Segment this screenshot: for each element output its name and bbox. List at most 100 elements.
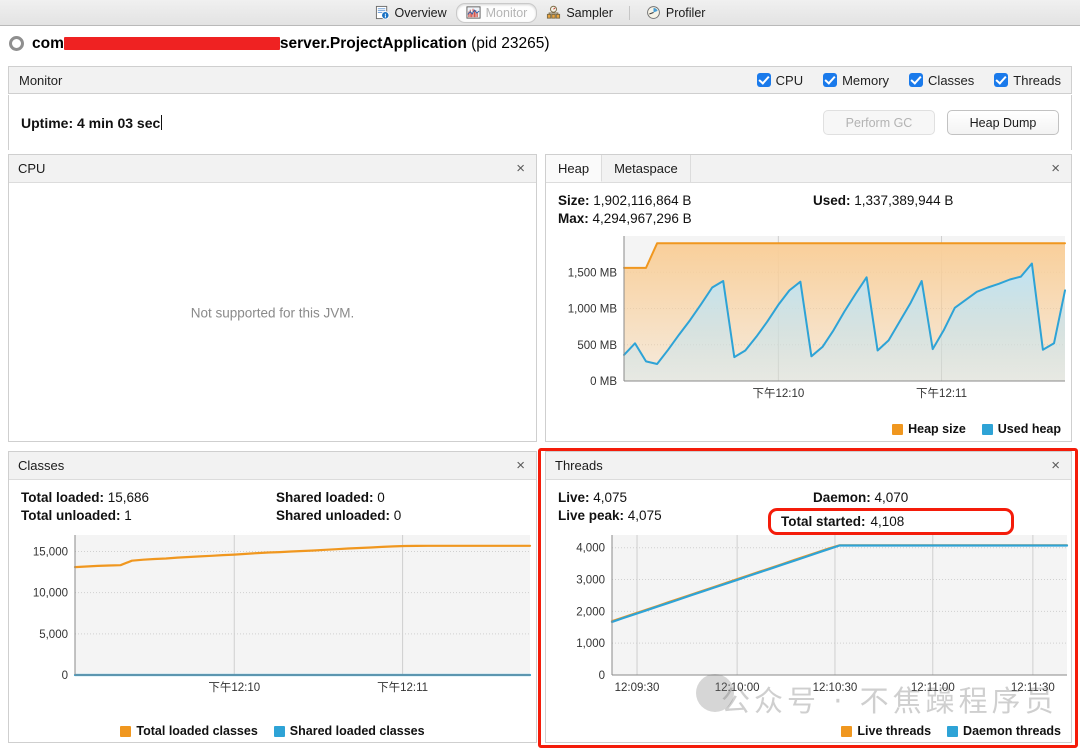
heap-tab-heap[interactable]: Heap <box>546 155 603 182</box>
legend-daemon-threads-label: Daemon threads <box>963 724 1061 738</box>
page-title: com server.ProjectApplication (pid 23265) <box>32 35 550 53</box>
cpu-panel-title: CPU <box>18 161 46 176</box>
tab-separator <box>628 5 630 20</box>
overview-icon <box>375 5 390 20</box>
heap-dump-button[interactable]: Heap Dump <box>947 110 1059 135</box>
svg-text:1,000 MB: 1,000 MB <box>568 304 618 316</box>
cpu-panel-body: Not supported for this JVM. <box>9 183 536 442</box>
svg-text:1,000: 1,000 <box>576 638 605 650</box>
legend-used-heap-label: Used heap <box>997 422 1061 436</box>
monitor-toolbar-title: Monitor <box>19 72 63 88</box>
close-icon[interactable]: × <box>514 161 527 176</box>
uptime-row: Uptime: 4 min 03 sec Perform GC Heap Dum… <box>8 95 1072 150</box>
app-name-prefix: com <box>32 34 64 52</box>
threads-stat-live-label: Live: <box>558 490 590 505</box>
checkbox-threads-box[interactable] <box>994 73 1009 87</box>
monitor-icon <box>466 6 481 19</box>
tab-profiler[interactable]: Profiler <box>637 3 715 23</box>
threads-stat-live-peak-label: Live peak: <box>558 508 625 523</box>
close-icon[interactable]: × <box>1049 161 1062 176</box>
classes-stat-shared-loaded-value: 0 <box>377 490 385 505</box>
classes-stat-total-unloaded-label: Total unloaded: <box>21 508 121 523</box>
checkbox-memory[interactable]: Memory <box>823 73 889 88</box>
heap-stat-size-value: 1,902,116,864 B <box>593 193 692 208</box>
total-started-highlight: Total started: 4,108 <box>768 508 1014 535</box>
legend-swatch-icon <box>947 725 959 737</box>
heap-panel-header: Heap Metaspace × <box>546 155 1071 183</box>
svg-text:10,000: 10,000 <box>33 588 68 600</box>
cpu-not-supported-message: Not supported for this JVM. <box>190 305 355 320</box>
legend-heap-size: Heap size <box>892 422 966 436</box>
heap-chart[interactable]: 0 MB 500 MB 1,000 MB 1,500 MB 下午12:10 下午12:11 <box>546 230 1071 405</box>
checkbox-memory-box[interactable] <box>823 73 838 87</box>
legend-swatch-icon <box>273 725 285 737</box>
legend-swatch-icon <box>981 423 993 435</box>
text-caret <box>161 114 163 130</box>
perform-gc-button[interactable]: Perform GC <box>823 110 935 135</box>
heap-stat-blank <box>813 211 1071 226</box>
monitor-toolbar: Monitor CPU Memory Classes Threads <box>8 66 1072 94</box>
legend-swatch-icon <box>841 725 853 737</box>
heap-panel: Heap Metaspace × Size: 1,902,116,864 B U… <box>545 154 1072 442</box>
checkbox-threads[interactable]: Threads <box>994 73 1061 88</box>
heap-tab-metaspace[interactable]: Metaspace <box>602 155 691 182</box>
classes-stat-shared-loaded-label: Shared loaded: <box>276 490 374 505</box>
legend-live-threads: Live threads <box>841 724 931 738</box>
heap-stat-max-label: Max: <box>558 211 589 226</box>
sampler-icon <box>547 5 561 19</box>
legend-daemon-threads: Daemon threads <box>947 724 1061 738</box>
classes-stat-shared-unloaded: Shared unloaded: 0 <box>276 508 536 523</box>
app-name-suffix: server.ProjectApplication <box>279 34 467 52</box>
legend-live-threads-label: Live threads <box>857 724 932 738</box>
classes-stat-shared-loaded: Shared loaded: 0 <box>276 490 536 505</box>
tab-monitor[interactable]: Monitor <box>455 2 538 23</box>
svg-text:0: 0 <box>599 670 605 682</box>
close-icon[interactable]: × <box>1049 458 1062 473</box>
threads-chart[interactable]: 0 1,000 2,000 3,000 4,000 12:09:30 12:10:00 12:… <box>546 527 1071 699</box>
heap-legend: Heap size Used heap <box>892 422 1061 436</box>
tab-monitor-label: Monitor <box>485 5 528 20</box>
classes-legend: Total loaded classes Shared loaded class… <box>9 724 536 738</box>
classes-stat-shared-unloaded-value: 0 <box>393 508 402 523</box>
tab-overview[interactable]: Overview <box>366 3 456 23</box>
threads-panel: Threads × Live: 4,075 Daemon: 4,070 Live… <box>545 451 1072 743</box>
threads-stat-daemon-label: Daemon: <box>813 490 871 505</box>
heap-stats: Size: 1,902,116,864 B Used: 1,337,389,94… <box>546 183 1071 230</box>
legend-total-loaded-classes-label: Total loaded classes <box>136 724 258 738</box>
profiler-icon <box>646 6 660 19</box>
legend-shared-loaded-classes: Shared loaded classes <box>273 724 425 738</box>
heap-stat-size: Size: 1,902,116,864 B <box>558 193 813 208</box>
application-title-bar: com server.ProjectApplication (pid 23265) <box>0 27 1080 60</box>
heap-header-spacer <box>691 155 1050 182</box>
tab-profiler-label: Profiler <box>665 5 706 20</box>
tab-sampler[interactable]: Sampler <box>537 3 622 23</box>
checkbox-classes-label: Classes <box>928 72 975 88</box>
legend-heap-size-label: Heap size <box>908 422 966 436</box>
threads-stat-live: Live: 4,075 <box>558 490 813 505</box>
close-icon[interactable]: × <box>514 458 527 473</box>
heap-stat-size-label: Size: <box>558 193 590 208</box>
checkbox-cpu[interactable]: CPU <box>756 73 803 88</box>
view-tab-bar: Overview Monitor Sampler Profiler <box>0 0 1080 26</box>
classes-stats: Total loaded: 15,686 Shared loaded: 0 To… <box>9 480 536 527</box>
app-name-redacted <box>63 36 280 50</box>
svg-text:15,000: 15,000 <box>33 546 68 558</box>
classes-stat-total-unloaded: Total unloaded: 1 <box>21 508 276 523</box>
svg-text:500 MB: 500 MB <box>577 340 617 352</box>
classes-chart[interactable]: 0 5,000 10,000 15,000 下午12:10 下午12:11 <box>9 527 536 699</box>
checkbox-classes-box[interactable] <box>909 73 924 87</box>
svg-text:1,500 MB: 1,500 MB <box>568 267 618 279</box>
uptime-label: Uptime: 4 min 03 sec <box>21 114 163 131</box>
svg-text:下午12:10: 下午12:10 <box>208 681 260 694</box>
app-pid: (pid 23265) <box>471 34 550 52</box>
checkbox-memory-label: Memory <box>842 72 890 88</box>
cpu-panel: CPU × Not supported for this JVM. <box>8 154 537 442</box>
legend-used-heap: Used heap <box>981 422 1061 436</box>
threads-stat-live-peak-value: 4,075 <box>627 508 662 523</box>
classes-stat-total-unloaded-value: 1 <box>124 508 132 523</box>
checkbox-threads-label: Threads <box>1013 72 1061 88</box>
tab-sampler-label: Sampler <box>566 5 613 20</box>
tab-overview-label: Overview <box>394 5 447 20</box>
checkbox-cpu-box[interactable] <box>756 73 771 87</box>
checkbox-classes[interactable]: Classes <box>909 73 974 88</box>
